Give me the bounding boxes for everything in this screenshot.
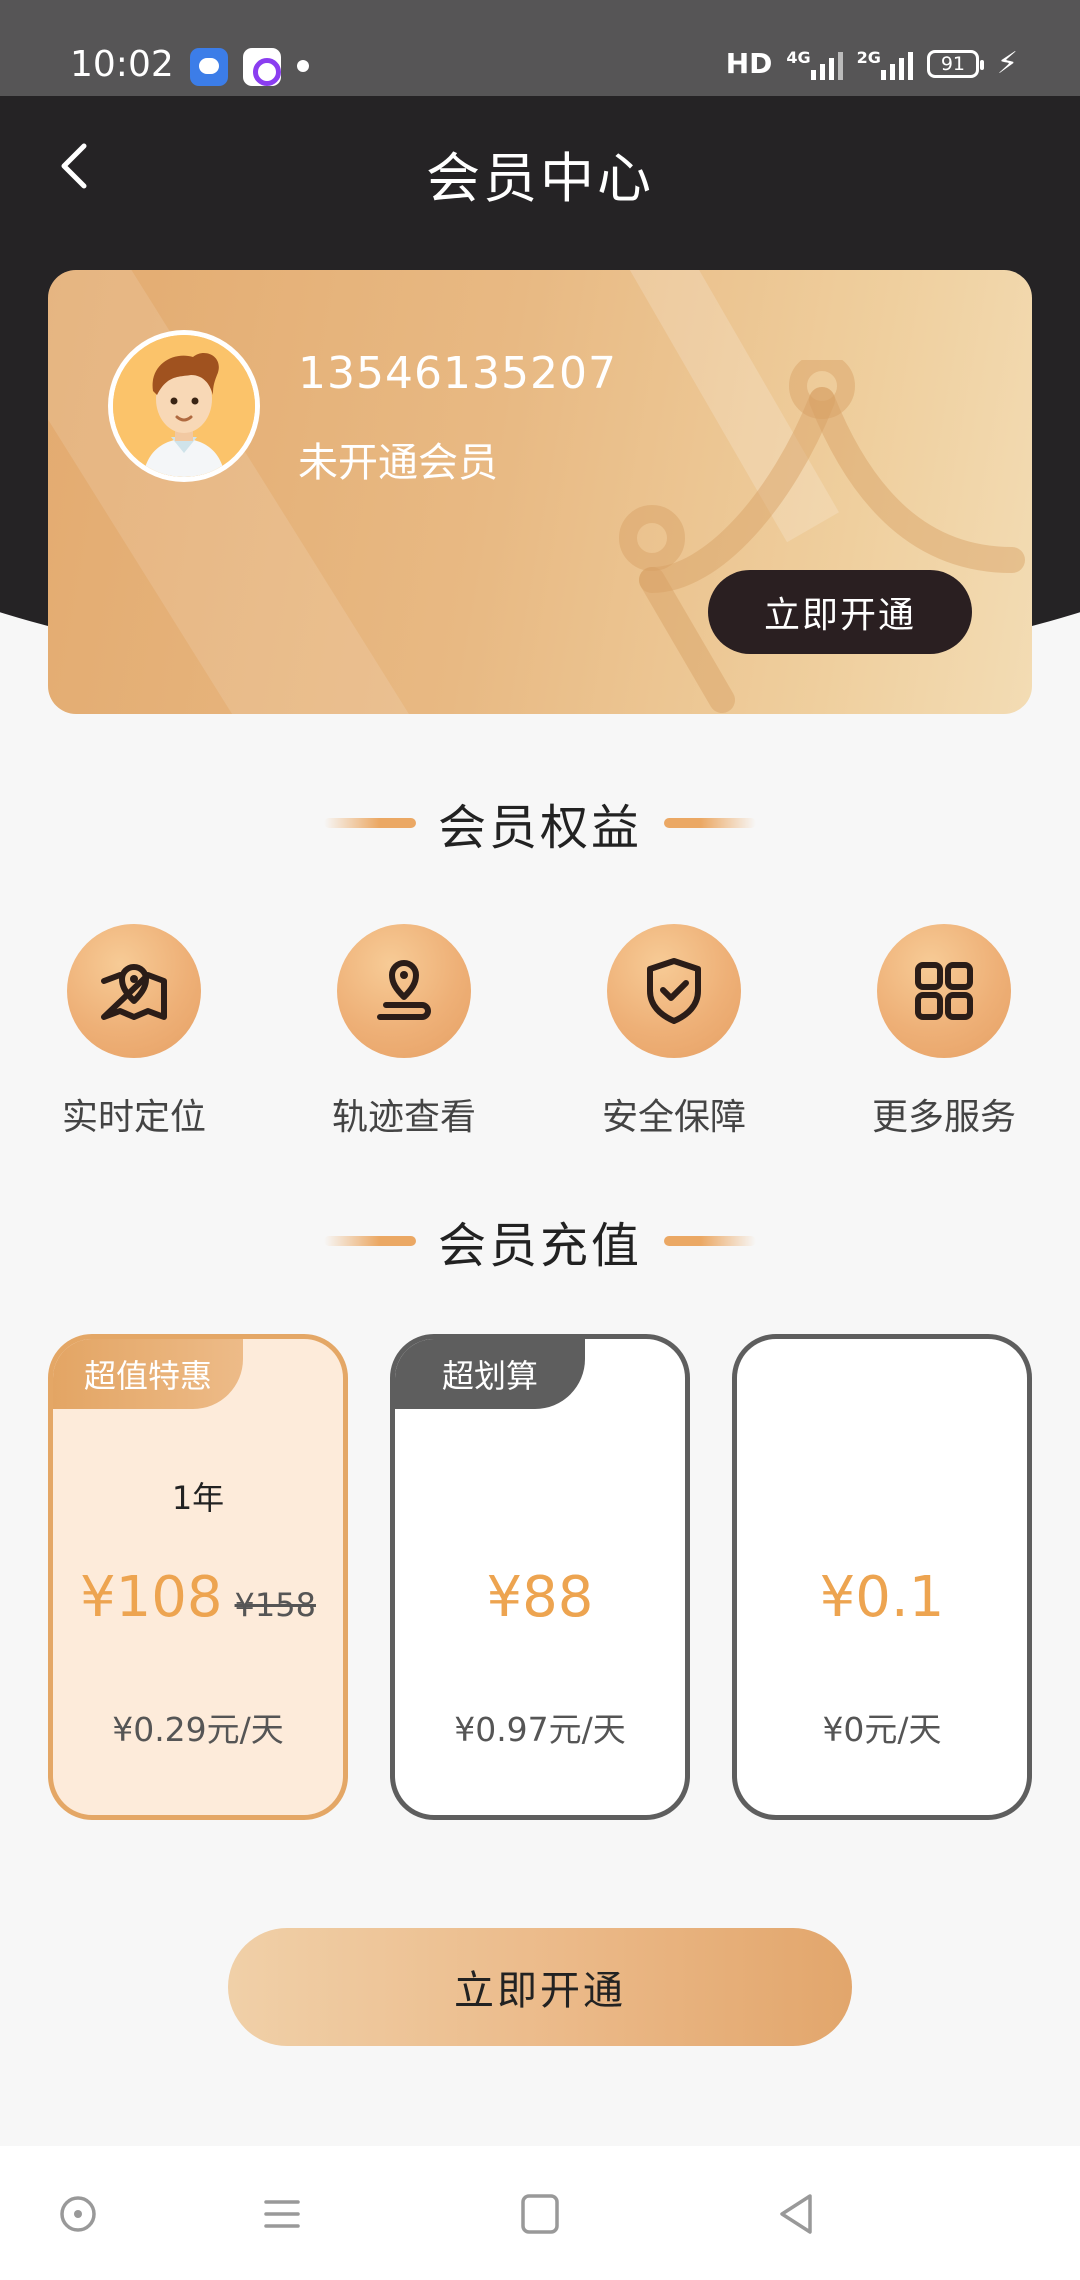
signal-2g-icon: 2G — [857, 48, 913, 80]
status-time: 10:02 — [70, 44, 174, 85]
heading-decoration — [323, 818, 416, 828]
square-icon[interactable] — [510, 2186, 570, 2242]
signal-2g-label: 2G — [856, 47, 881, 67]
status-indicators: HD 4G 2G 91 ⚡ — [726, 46, 1018, 81]
plan-daily-price: ¥0.97元/天 — [454, 1710, 626, 1749]
member-center-page: 10:02 HD 4G 2G 91 ⚡ 会员中心 13546135207 未开通… — [0, 0, 1080, 2280]
cartoon-man-avatar-icon — [113, 335, 255, 477]
app-notification-icon — [190, 48, 228, 86]
plan-original-price: ¥158 — [234, 1586, 316, 1624]
map-pin-icon — [67, 924, 201, 1058]
battery-level: 91 — [940, 52, 966, 75]
heading-decoration — [323, 1236, 416, 1246]
crown-watermark-icon — [619, 360, 1025, 713]
benefits-list: 实时定位 轨迹查看 安全保障 更多服务 — [0, 924, 1080, 1154]
avatar[interactable] — [108, 330, 260, 482]
signal-4g-icon: 4G — [786, 47, 843, 80]
status-bar: 10:02 HD 4G 2G 91 ⚡ — [0, 0, 1080, 96]
menu-icon[interactable] — [252, 2186, 312, 2242]
plan-name: 1年 — [171, 1479, 225, 1517]
benefit-more-services[interactable]: 更多服务 — [844, 924, 1044, 1140]
battery-icon: 91 — [926, 49, 984, 78]
benefits-title: 会员权益 — [437, 800, 642, 856]
heading-decoration — [664, 1236, 756, 1246]
shield-check-icon — [607, 924, 741, 1058]
member-phone: 13546135207 — [298, 348, 617, 399]
grid-icon — [877, 924, 1011, 1058]
benefit-track-view[interactable]: 轨迹查看 — [304, 924, 504, 1140]
plan-price: ¥88 — [486, 1565, 594, 1630]
benefits-heading: 会员权益 — [0, 788, 1080, 858]
app-notification-icon — [243, 48, 281, 86]
membership-status: 未开通会员 — [298, 440, 498, 486]
plan-card-yearly[interactable]: 超值特惠 1年 ¥108 ¥158 ¥0.29元/天 — [48, 1334, 348, 1820]
page-title: 会员中心 — [426, 147, 654, 210]
circle-icon[interactable] — [48, 2186, 108, 2242]
card-decoration — [48, 270, 416, 714]
plan-price: ¥0.1 — [819, 1565, 945, 1630]
app-header: 会员中心 — [0, 96, 1080, 246]
benefit-label: 更多服务 — [871, 1097, 1016, 1138]
benefit-label: 轨迹查看 — [331, 1097, 476, 1138]
plan-price-row: ¥108 ¥158 — [53, 1565, 343, 1630]
plan-badge: 超值特惠 — [53, 1339, 243, 1409]
more-notifications-dot-icon — [297, 60, 309, 72]
recharge-heading: 会员充值 — [0, 1206, 1080, 1276]
signal-4g-label: 4G — [786, 47, 811, 67]
location-track-icon — [337, 924, 471, 1058]
benefit-security[interactable]: 安全保障 — [574, 924, 774, 1140]
plan-badge: 超划算 — [395, 1339, 585, 1409]
hd-indicator: HD — [725, 47, 773, 80]
triangle-back-icon[interactable] — [766, 2186, 826, 2242]
plan-card-trial[interactable]: ¥0.1 ¥0元/天 — [732, 1334, 1032, 1820]
system-navigation-bar — [0, 2146, 1080, 2280]
recharge-title: 会员充值 — [437, 1218, 642, 1274]
member-card: 13546135207 未开通会员 立即开通 — [48, 270, 1032, 714]
benefit-realtime-location[interactable]: 实时定位 — [34, 924, 234, 1140]
plan-price: ¥108 — [80, 1565, 223, 1630]
card-activate-button[interactable]: 立即开通 — [708, 570, 972, 654]
charging-bolt-icon: ⚡ — [996, 46, 1018, 81]
plan-card-value[interactable]: 超划算 ¥88 ¥0.97元/天 — [390, 1334, 690, 1820]
heading-decoration — [664, 818, 756, 828]
activate-membership-button[interactable]: 立即开通 — [228, 1928, 852, 2046]
benefit-label: 安全保障 — [601, 1097, 746, 1138]
plan-daily-price: ¥0.29元/天 — [112, 1710, 284, 1749]
plan-daily-price: ¥0元/天 — [822, 1710, 942, 1749]
benefit-label: 实时定位 — [61, 1097, 206, 1138]
